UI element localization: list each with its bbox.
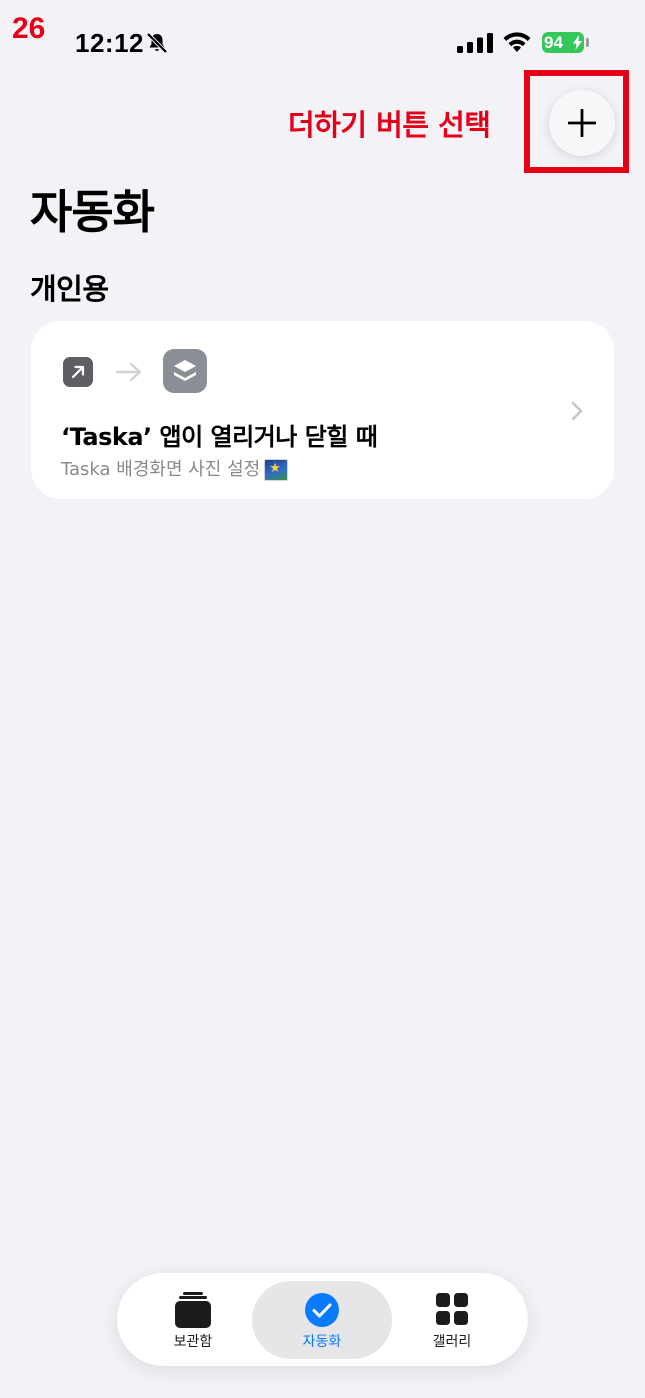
tab-gallery-label: 갤러리	[432, 1334, 472, 1350]
wallpaper-emoji-icon	[264, 459, 289, 481]
battery-level: 94	[544, 33, 563, 52]
status-time: 12:12	[75, 28, 144, 58]
highlight-box	[524, 70, 629, 173]
automation-subtitle: Taska 배경화면 사진 설정	[61, 455, 289, 481]
tab-gallery[interactable]: 갤러리	[382, 1281, 522, 1359]
automation-title: ‘Taska’ 앱이 열리거나 닫힐 때	[61, 423, 378, 451]
wifi-icon	[503, 32, 531, 52]
right-arrow-icon	[115, 362, 142, 382]
automation-check-icon	[305, 1293, 339, 1327]
battery-cap	[586, 38, 589, 47]
tab-automation-label: 자동화	[302, 1334, 342, 1350]
instruction-annotation: 더하기 버튼 선택	[288, 108, 491, 142]
cellular-signal-icon	[457, 33, 493, 53]
shortcuts-app-icon	[163, 349, 207, 393]
silent-bell-icon	[146, 32, 168, 54]
tab-library-label: 보관함	[173, 1334, 213, 1350]
tab-library[interactable]: 보관함	[123, 1281, 263, 1359]
automation-subtitle-text: Taska 배경화면 사진 설정	[61, 459, 261, 480]
battery-indicator: 94	[542, 32, 584, 53]
status-bar: 12:12 94	[0, 0, 645, 80]
automation-card[interactable]: ‘Taska’ 앱이 열리거나 닫힐 때 Taska 배경화면 사진 설정	[31, 321, 614, 499]
library-icon	[175, 1292, 211, 1328]
page-title: 자동화	[30, 185, 155, 239]
tab-bar: 보관함 자동화 갤러리	[117, 1273, 528, 1366]
charging-bolt-icon	[573, 35, 582, 50]
chevron-right-icon	[571, 401, 583, 421]
tab-automation[interactable]: 자동화	[252, 1281, 392, 1359]
gallery-grid-icon	[436, 1293, 468, 1325]
section-title: 개인용	[30, 272, 109, 306]
app-open-trigger-icon	[63, 357, 93, 387]
